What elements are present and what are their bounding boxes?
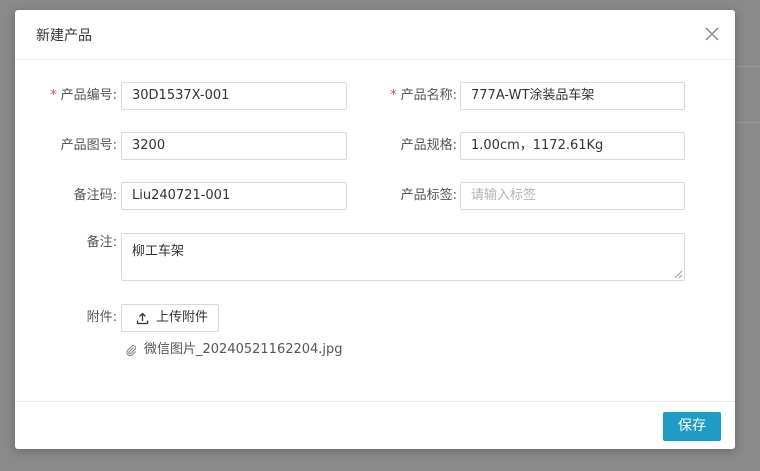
- background-divider: [735, 122, 760, 123]
- required-marker: *: [50, 88, 57, 103]
- dialog-footer: 保存: [15, 401, 735, 449]
- required-marker: *: [390, 88, 397, 103]
- remark-text: 柳工车架: [132, 244, 185, 259]
- upload-attachment-button[interactable]: 上传附件: [121, 304, 219, 332]
- save-button[interactable]: 保存: [663, 412, 721, 441]
- resize-grip-icon[interactable]: [673, 269, 683, 279]
- close-button[interactable]: [703, 25, 721, 43]
- remark-code-label: 备注码:: [73, 188, 117, 203]
- product-code-input[interactable]: 30D1537X-001: [121, 82, 347, 110]
- close-icon: [705, 27, 719, 41]
- drawing-no-label: 产品图号:: [60, 138, 117, 153]
- dialog-header: 新建产品: [15, 10, 735, 60]
- drawing-no-input[interactable]: 3200: [121, 132, 347, 160]
- upload-icon: [136, 312, 149, 325]
- product-name-input[interactable]: 777A-WT涂装品车架: [460, 82, 685, 110]
- tags-label: 产品标签:: [400, 188, 457, 203]
- upload-button-label: 上传附件: [156, 310, 209, 325]
- remark-code-input[interactable]: Liu240721-001: [121, 182, 347, 210]
- attachment-file-name: 微信图片_20240521162204.jpg: [144, 342, 343, 357]
- remark-label: 备注:: [86, 235, 117, 250]
- tags-input[interactable]: 请输入标签: [460, 182, 685, 210]
- background-divider: [735, 66, 760, 67]
- dialog-title: 新建产品: [36, 28, 92, 44]
- remark-textarea[interactable]: 柳工车架: [121, 233, 685, 281]
- product-code-label: * 产品编号:: [50, 88, 117, 103]
- paperclip-icon: [126, 345, 137, 356]
- spec-label: 产品规格:: [400, 138, 457, 153]
- new-product-dialog: 新建产品 * 产品编号: 30D1537X-001 * 产品名称: 777A-WT涂…: [15, 10, 735, 449]
- attachment-label: 附件:: [86, 310, 117, 325]
- spec-input[interactable]: 1.00cm，1172.61Kg: [460, 132, 685, 160]
- product-name-label: * 产品名称:: [390, 88, 457, 103]
